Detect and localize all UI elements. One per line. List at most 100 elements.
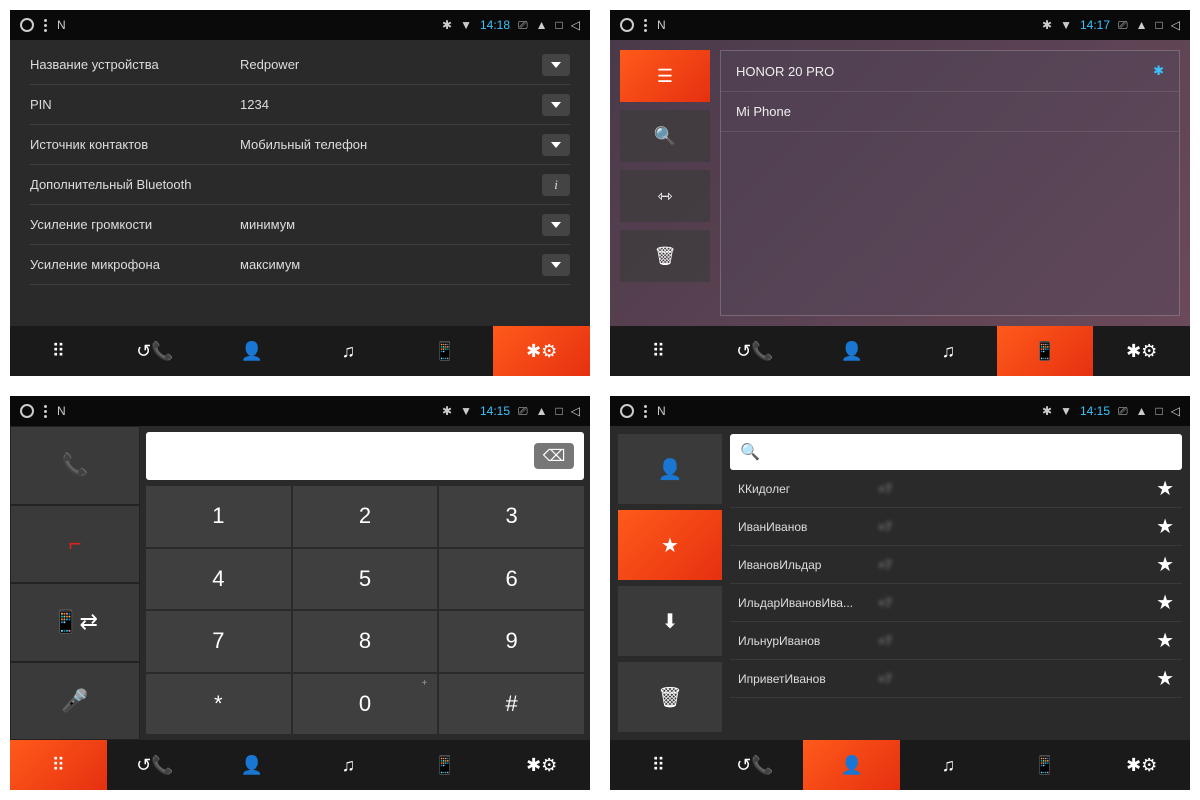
key-0[interactable]: 0+: [293, 674, 438, 735]
favorite-star-icon[interactable]: ★: [1156, 666, 1174, 691]
contact-row[interactable]: ИприветИванов +7 ★: [730, 660, 1182, 698]
setting-row[interactable]: Название устройства Redpower: [30, 45, 570, 85]
nav-contacts[interactable]: 👤: [203, 740, 300, 790]
dropdown-button[interactable]: [542, 54, 570, 76]
cast-icon[interactable]: ⎚: [518, 404, 528, 419]
list-button[interactable]: ☰: [620, 50, 710, 102]
delete-button[interactable]: 🗑: [618, 662, 722, 732]
nav-contacts[interactable]: 👤: [203, 326, 300, 376]
dropdown-button[interactable]: [542, 214, 570, 236]
nav-call-history[interactable]: ↺📞: [107, 326, 204, 376]
connect-button[interactable]: ⇿: [620, 170, 710, 222]
key-3[interactable]: 3: [439, 486, 584, 547]
nav-bt-device[interactable]: 📱: [997, 740, 1094, 790]
device-row[interactable]: HONOR 20 PRO✱: [721, 51, 1179, 92]
nav-call-history[interactable]: ↺📞: [707, 740, 804, 790]
search-button[interactable]: 🔍: [620, 110, 710, 162]
back-icon[interactable]: ◁: [571, 404, 580, 418]
contact-list[interactable]: ККидолег +7 ★ИванИванов +7 ★ИвановИльдар…: [730, 470, 1182, 732]
setting-row[interactable]: Усиление громкости минимум: [30, 205, 570, 245]
setting-row[interactable]: PIN 1234: [30, 85, 570, 125]
cast-icon[interactable]: ⎚: [1118, 404, 1128, 419]
device-row[interactable]: Mi Phone: [721, 92, 1179, 132]
nav-bt-settings[interactable]: ✱⚙: [493, 740, 590, 790]
favorite-star-icon[interactable]: ★: [1156, 552, 1174, 577]
cast-icon[interactable]: ⎚: [518, 18, 528, 33]
nav-call-history[interactable]: ↺📞: [107, 740, 204, 790]
back-icon[interactable]: ◁: [1171, 404, 1180, 418]
nav-music[interactable]: ♫: [300, 326, 397, 376]
mic-button[interactable]: 🎤: [10, 662, 140, 741]
key-9[interactable]: 9: [439, 611, 584, 672]
key-8[interactable]: 8: [293, 611, 438, 672]
nav-keypad[interactable]: ⠿: [610, 326, 707, 376]
search-input[interactable]: 🔍: [730, 434, 1182, 470]
recent-icon[interactable]: □: [1156, 18, 1163, 32]
nav-bt-settings[interactable]: ✱⚙: [493, 326, 590, 376]
number-input[interactable]: ⌫: [146, 432, 584, 480]
download-button[interactable]: ⬇: [618, 586, 722, 656]
eject-icon[interactable]: ▲: [1136, 404, 1148, 418]
favorite-star-icon[interactable]: ★: [1156, 514, 1174, 539]
contact-row[interactable]: ИванИванов +7 ★: [730, 508, 1182, 546]
key-*[interactable]: *: [146, 674, 291, 735]
eject-icon[interactable]: ▲: [1136, 18, 1148, 32]
nav-bt-device[interactable]: 📱: [997, 326, 1094, 376]
menu-dots-icon[interactable]: [44, 405, 47, 418]
nav-contacts[interactable]: 👤: [803, 326, 900, 376]
recent-icon[interactable]: □: [1156, 404, 1163, 418]
setting-row[interactable]: Усиление микрофона максимум: [30, 245, 570, 285]
n-indicator: N: [657, 404, 666, 418]
nav-music[interactable]: ♫: [900, 740, 997, 790]
key-7[interactable]: 7: [146, 611, 291, 672]
dropdown-button[interactable]: [542, 134, 570, 156]
nav-bt-settings[interactable]: ✱⚙: [1093, 740, 1190, 790]
person-button[interactable]: 👤: [618, 434, 722, 504]
contact-row[interactable]: ИльнурИванов +7 ★: [730, 622, 1182, 660]
nav-bt-device[interactable]: 📱: [397, 740, 494, 790]
menu-dots-icon[interactable]: [644, 19, 647, 32]
key-1[interactable]: 1: [146, 486, 291, 547]
dropdown-button[interactable]: [542, 94, 570, 116]
nav-music[interactable]: ♫: [900, 326, 997, 376]
wifi-icon: ▼: [1060, 18, 1072, 32]
recent-icon[interactable]: □: [556, 404, 563, 418]
delete-button[interactable]: 🗑: [620, 230, 710, 282]
eject-icon[interactable]: ▲: [536, 404, 548, 418]
nav-contacts[interactable]: 👤: [803, 740, 900, 790]
nav-call-history[interactable]: ↺📞: [707, 326, 804, 376]
dropdown-button[interactable]: [542, 254, 570, 276]
favorite-star-icon[interactable]: ★: [1156, 628, 1174, 653]
back-icon[interactable]: ◁: [1171, 18, 1180, 32]
favorites-button[interactable]: ★: [618, 510, 722, 580]
key-2[interactable]: 2: [293, 486, 438, 547]
key-#[interactable]: #: [439, 674, 584, 735]
setting-row[interactable]: Источник контактов Мобильный телефон: [30, 125, 570, 165]
key-6[interactable]: 6: [439, 549, 584, 610]
back-icon[interactable]: ◁: [571, 18, 580, 32]
key-4[interactable]: 4: [146, 549, 291, 610]
contact-row[interactable]: ИвановИльдар +7 ★: [730, 546, 1182, 584]
answer-button[interactable]: 📞: [10, 426, 140, 505]
nav-keypad[interactable]: ⠿: [10, 740, 107, 790]
recent-icon[interactable]: □: [556, 18, 563, 32]
key-5[interactable]: 5: [293, 549, 438, 610]
contact-row[interactable]: ККидолег +7 ★: [730, 470, 1182, 508]
transfer-button[interactable]: 📱⇄: [10, 583, 140, 662]
hangup-button[interactable]: ⌐: [10, 505, 140, 584]
nav-music[interactable]: ♫: [300, 740, 397, 790]
favorite-star-icon[interactable]: ★: [1156, 476, 1174, 501]
info-icon[interactable]: i: [542, 174, 570, 196]
favorite-star-icon[interactable]: ★: [1156, 590, 1174, 615]
backspace-button[interactable]: ⌫: [534, 443, 574, 469]
contact-row[interactable]: ИльдарИвановИва... +7 ★: [730, 584, 1182, 622]
setting-row[interactable]: Дополнительный Bluetooth i: [30, 165, 570, 205]
nav-bt-device[interactable]: 📱: [397, 326, 494, 376]
menu-dots-icon[interactable]: [644, 405, 647, 418]
eject-icon[interactable]: ▲: [536, 18, 548, 32]
cast-icon[interactable]: ⎚: [1118, 18, 1128, 33]
nav-keypad[interactable]: ⠿: [10, 326, 107, 376]
menu-dots-icon[interactable]: [44, 19, 47, 32]
nav-keypad[interactable]: ⠿: [610, 740, 707, 790]
nav-bt-settings[interactable]: ✱⚙: [1093, 326, 1190, 376]
